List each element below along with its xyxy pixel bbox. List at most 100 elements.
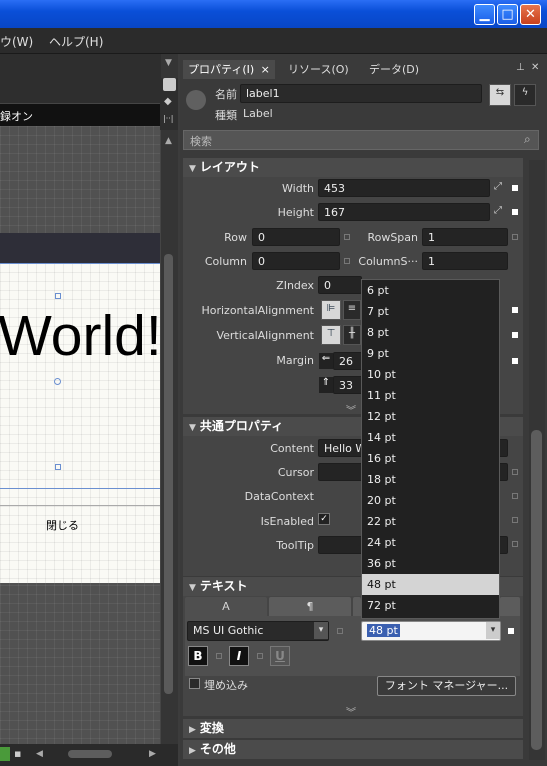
close-panel-icon[interactable]: ✕ bbox=[531, 62, 539, 73]
close-button-preview[interactable]: 閉じる bbox=[46, 517, 79, 533]
section-other-header[interactable]: ▶ その他 bbox=[183, 740, 523, 759]
property-marker[interactable] bbox=[512, 541, 518, 547]
designer-scrollbar[interactable]: ▼ ▲ bbox=[161, 54, 178, 744]
property-marker[interactable] bbox=[512, 332, 518, 338]
property-marker[interactable] bbox=[512, 493, 518, 499]
property-marker[interactable] bbox=[216, 653, 222, 659]
name-input[interactable]: label1 bbox=[240, 84, 482, 103]
property-marker[interactable] bbox=[512, 234, 518, 240]
bold-button[interactable]: B bbox=[188, 646, 208, 666]
menu-help[interactable]: ヘルプ(H) bbox=[49, 33, 103, 50]
selection-handle[interactable] bbox=[55, 464, 61, 470]
font-size-option[interactable]: 11 pt bbox=[362, 385, 499, 406]
font-size-option[interactable]: 10 pt bbox=[362, 364, 499, 385]
columnspan-input[interactable]: 1 bbox=[422, 252, 508, 270]
diamond-icon[interactable]: ◆ bbox=[164, 96, 172, 107]
align-left-icon[interactable]: ⊫ bbox=[321, 300, 341, 320]
font-size-option[interactable]: 36 pt bbox=[362, 553, 499, 574]
property-marker[interactable] bbox=[257, 653, 263, 659]
tab-more-2[interactable] bbox=[500, 597, 520, 616]
tab-paragraph[interactable]: ¶ bbox=[269, 597, 351, 616]
align-middle-icon[interactable]: ╫ bbox=[343, 325, 361, 345]
menu-window[interactable]: ウ(W) bbox=[0, 33, 33, 50]
margin-left-input[interactable]: 26 bbox=[333, 352, 363, 370]
font-size-option[interactable]: 7 pt bbox=[362, 301, 499, 322]
isenabled-checkbox[interactable]: ✓ bbox=[318, 513, 330, 525]
search-box[interactable]: 検索 ⌕ bbox=[183, 130, 539, 150]
font-size-option[interactable]: 22 pt bbox=[362, 511, 499, 532]
tab-more[interactable] bbox=[353, 597, 361, 616]
property-marker[interactable] bbox=[512, 185, 518, 191]
tab-resources[interactable]: リソース(O) bbox=[283, 60, 354, 79]
rowspan-input[interactable]: 1 bbox=[422, 228, 508, 246]
font-size-option[interactable]: 18 pt bbox=[362, 469, 499, 490]
width-input[interactable]: 453 bbox=[318, 179, 490, 197]
font-manager-button[interactable]: フォント マネージャー... bbox=[377, 676, 516, 696]
section-layout-header[interactable]: ▼ レイアウト bbox=[183, 158, 523, 177]
tab-properties[interactable]: プロパティ(I) × bbox=[183, 60, 275, 79]
property-marker[interactable] bbox=[508, 628, 514, 634]
properties-view-icon[interactable]: ⇆ bbox=[489, 84, 511, 106]
property-marker[interactable] bbox=[512, 209, 518, 215]
chevron-down-icon[interactable]: ▾ bbox=[486, 622, 500, 639]
font-size-option[interactable]: 16 pt bbox=[362, 448, 499, 469]
zindex-input[interactable]: 0 bbox=[318, 276, 362, 294]
embed-checkbox[interactable] bbox=[189, 678, 200, 689]
height-input[interactable]: 167 bbox=[318, 203, 490, 221]
property-marker[interactable] bbox=[512, 469, 518, 475]
property-marker[interactable] bbox=[512, 517, 518, 523]
grid-icon[interactable] bbox=[0, 747, 10, 761]
section-transform-header[interactable]: ▶ 変換 bbox=[183, 719, 523, 738]
expand-chevron-icon[interactable]: ︾ bbox=[346, 402, 356, 417]
row-input[interactable]: 0 bbox=[252, 228, 340, 246]
chevron-down-icon[interactable]: ▾ bbox=[314, 622, 328, 639]
font-size-option[interactable]: 12 pt bbox=[362, 406, 499, 427]
events-view-icon[interactable]: ϟ bbox=[514, 84, 536, 106]
panel-scrollbar-thumb[interactable] bbox=[531, 430, 542, 750]
selection-handle[interactable] bbox=[55, 293, 61, 299]
font-family-select[interactable]: MS UI Gothic bbox=[187, 621, 329, 641]
scroll-down-arrow-icon[interactable]: ▼ bbox=[165, 58, 172, 68]
maximize-button[interactable]: □ bbox=[497, 4, 518, 25]
align-center-icon[interactable]: ≡ bbox=[343, 300, 361, 320]
font-size-option[interactable]: 20 pt bbox=[362, 490, 499, 511]
tab-close-icon[interactable]: × bbox=[261, 63, 270, 76]
underline-button[interactable]: U bbox=[270, 646, 290, 666]
scroll-up-arrow-icon[interactable]: ▲ bbox=[165, 136, 172, 146]
minimize-button[interactable]: ▁ bbox=[474, 4, 495, 25]
selection-handle[interactable] bbox=[54, 378, 61, 385]
italic-button[interactable]: I bbox=[229, 646, 249, 666]
expand-chevron-icon[interactable]: ︾ bbox=[346, 704, 356, 719]
margin-top-input[interactable]: 33 bbox=[333, 376, 363, 394]
close-window-button[interactable]: ✕ bbox=[520, 4, 541, 25]
font-size-option[interactable]: 48 pt bbox=[362, 574, 499, 595]
scroll-right-arrow-icon[interactable]: ▶ bbox=[149, 749, 156, 759]
scrollbar-thumb[interactable] bbox=[164, 254, 173, 694]
font-size-option[interactable]: 8 pt bbox=[362, 322, 499, 343]
label-world[interactable]: World! bbox=[0, 300, 163, 375]
tab-data[interactable]: データ(D) bbox=[364, 60, 424, 79]
pin-icon[interactable] bbox=[163, 78, 176, 91]
search-icon[interactable]: ⌕ bbox=[524, 132, 531, 147]
auto-size-icon[interactable]: ⤢ bbox=[494, 181, 502, 192]
font-size-option[interactable]: 6 pt bbox=[362, 280, 499, 301]
property-marker[interactable] bbox=[512, 307, 518, 313]
comment-icon[interactable]: ▪ bbox=[14, 747, 21, 760]
font-size-option[interactable]: 24 pt bbox=[362, 532, 499, 553]
property-marker[interactable] bbox=[344, 234, 350, 240]
more-icon[interactable]: |··| bbox=[163, 114, 173, 123]
font-size-combobox[interactable]: 48 pt bbox=[361, 621, 501, 641]
property-marker[interactable] bbox=[337, 628, 343, 634]
font-size-option[interactable]: 9 pt bbox=[362, 343, 499, 364]
pin-panel-icon[interactable]: ⊥ bbox=[516, 62, 525, 73]
property-marker[interactable] bbox=[344, 258, 350, 264]
font-size-option[interactable]: 14 pt bbox=[362, 427, 499, 448]
tab-font[interactable]: Ａ bbox=[185, 597, 267, 616]
property-marker[interactable] bbox=[512, 358, 518, 364]
align-top-icon[interactable]: ⊤ bbox=[321, 325, 341, 345]
hscroll-thumb[interactable] bbox=[68, 750, 112, 758]
column-input[interactable]: 0 bbox=[252, 252, 340, 270]
auto-size-icon[interactable]: ⤢ bbox=[494, 205, 502, 216]
font-size-option[interactable]: 72 pt bbox=[362, 595, 499, 616]
scroll-left-arrow-icon[interactable]: ◀ bbox=[36, 749, 43, 759]
